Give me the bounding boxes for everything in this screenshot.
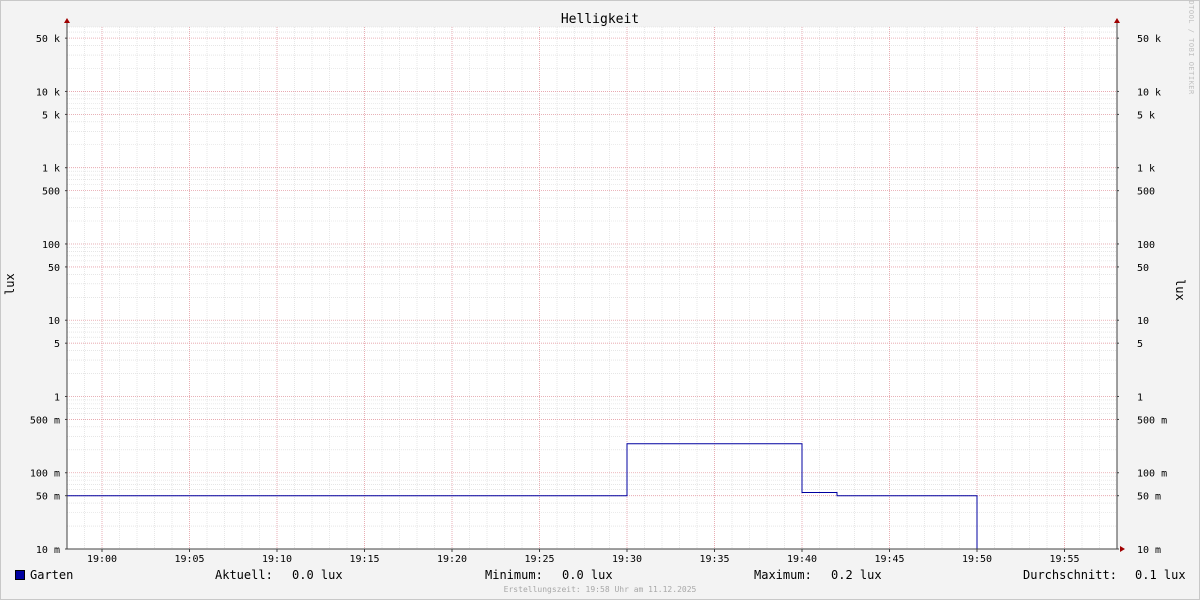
y-tick-label-right: 50 m: [1137, 492, 1161, 503]
x-tick-label: 19:40: [787, 554, 817, 565]
x-tick-label: 19:20: [437, 554, 467, 565]
y-tick-label-left: 100 m: [30, 469, 60, 480]
y-tick-label-left: 1 k: [42, 164, 60, 175]
y-tick-label-left: 50: [48, 263, 60, 274]
y-tick-label-right: 50: [1137, 263, 1149, 274]
y-tick-label-right: 1: [1137, 392, 1143, 403]
y-tick-label-left: 500: [42, 187, 60, 198]
y-tick-label-right: 5: [1137, 339, 1143, 350]
y-axis-label-left: lux: [3, 273, 17, 295]
legend-current-value: 0.0 lux: [292, 568, 343, 582]
y-tick-label-right: 100: [1137, 240, 1155, 251]
legend-current-label: Aktuell:: [215, 568, 273, 582]
y-axis-label-right: lux: [1173, 279, 1187, 301]
x-tick-label: 19:10: [262, 554, 292, 565]
y-tick-label-right: 5 k: [1137, 110, 1155, 121]
y-tick-label-right: 100 m: [1137, 469, 1167, 480]
x-tick-label: 19:15: [349, 554, 379, 565]
y-tick-label-right: 500: [1137, 187, 1155, 198]
y-tick-label-left: 50 m: [36, 492, 60, 503]
x-tick-label: 19:00: [87, 554, 117, 565]
y-tick-label-right: 1 k: [1137, 164, 1155, 175]
y-tick-label-left: 10: [48, 316, 60, 327]
y-tick-label-left: 5: [54, 339, 60, 350]
y-tick-label-left: 5 k: [42, 110, 60, 121]
chart-title: Helligkeit: [561, 12, 639, 27]
x-tick-label: 19:35: [699, 554, 729, 565]
legend-swatch: [15, 570, 25, 580]
footer-timestamp: Erstellungszeit: 19:58 Uhr am 11.12.2025: [503, 585, 697, 594]
x-tick-label: 19:45: [874, 554, 904, 565]
x-tick-label: 19:05: [174, 554, 204, 565]
x-tick-label: 19:55: [1049, 554, 1079, 565]
legend-avg-label: Durchschnitt:: [1023, 568, 1117, 582]
legend-avg-value: 0.1 lux: [1135, 568, 1186, 582]
y-tick-label-right: 10 m: [1137, 545, 1161, 556]
legend-series-name: Garten: [30, 568, 74, 582]
watermark: RRDTOOL / TOBI OETIKER: [1187, 0, 1195, 95]
y-tick-label-right: 50 k: [1137, 34, 1161, 45]
legend-min-label: Minimum:: [485, 568, 543, 582]
y-tick-label-left: 100: [42, 240, 60, 251]
legend-min-value: 0.0 lux: [562, 568, 613, 582]
x-tick-label: 19:25: [524, 554, 554, 565]
y-tick-label-right: 10 k: [1137, 87, 1161, 98]
y-tick-label-left: 1: [54, 392, 60, 403]
y-tick-label-right: 10: [1137, 316, 1149, 327]
x-axis-arrow: [1120, 546, 1125, 552]
y-tick-label-left: 10 k: [36, 87, 60, 98]
y-tick-label-left: 50 k: [36, 34, 60, 45]
y-tick-label-right: 500 m: [1137, 415, 1167, 426]
chart-svg: 19:00 19:05 19:10 19:15 19:20 19:25 19:30 19:35…: [30, 12, 1167, 565]
legend-max-value: 0.2 lux: [831, 568, 882, 582]
y-axis-arrow-right: [1114, 18, 1120, 23]
y-tick-label-left: 10 m: [36, 545, 60, 556]
y-axis-arrow-left: [64, 18, 70, 23]
x-tick-label: 19:30: [612, 554, 642, 565]
x-tick-label: 19:50: [962, 554, 992, 565]
legend-max-label: Maximum:: [754, 568, 812, 582]
y-tick-label-left: 500 m: [30, 415, 60, 426]
